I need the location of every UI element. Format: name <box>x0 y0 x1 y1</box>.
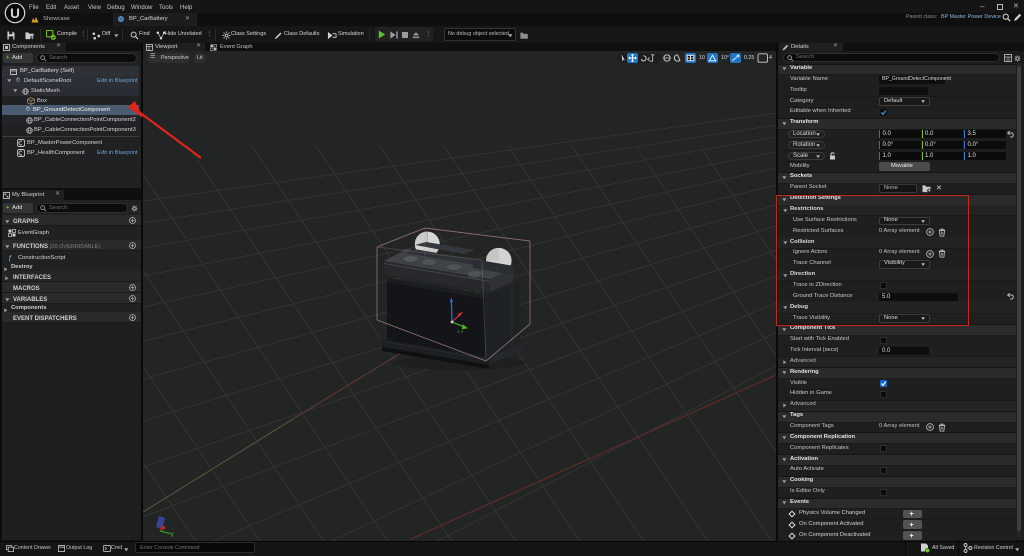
svg-text:4.0: 4.0 <box>457 329 464 334</box>
svg-text:Y: Y <box>170 533 174 539</box>
svg-text:U: U <box>10 6 20 21</box>
